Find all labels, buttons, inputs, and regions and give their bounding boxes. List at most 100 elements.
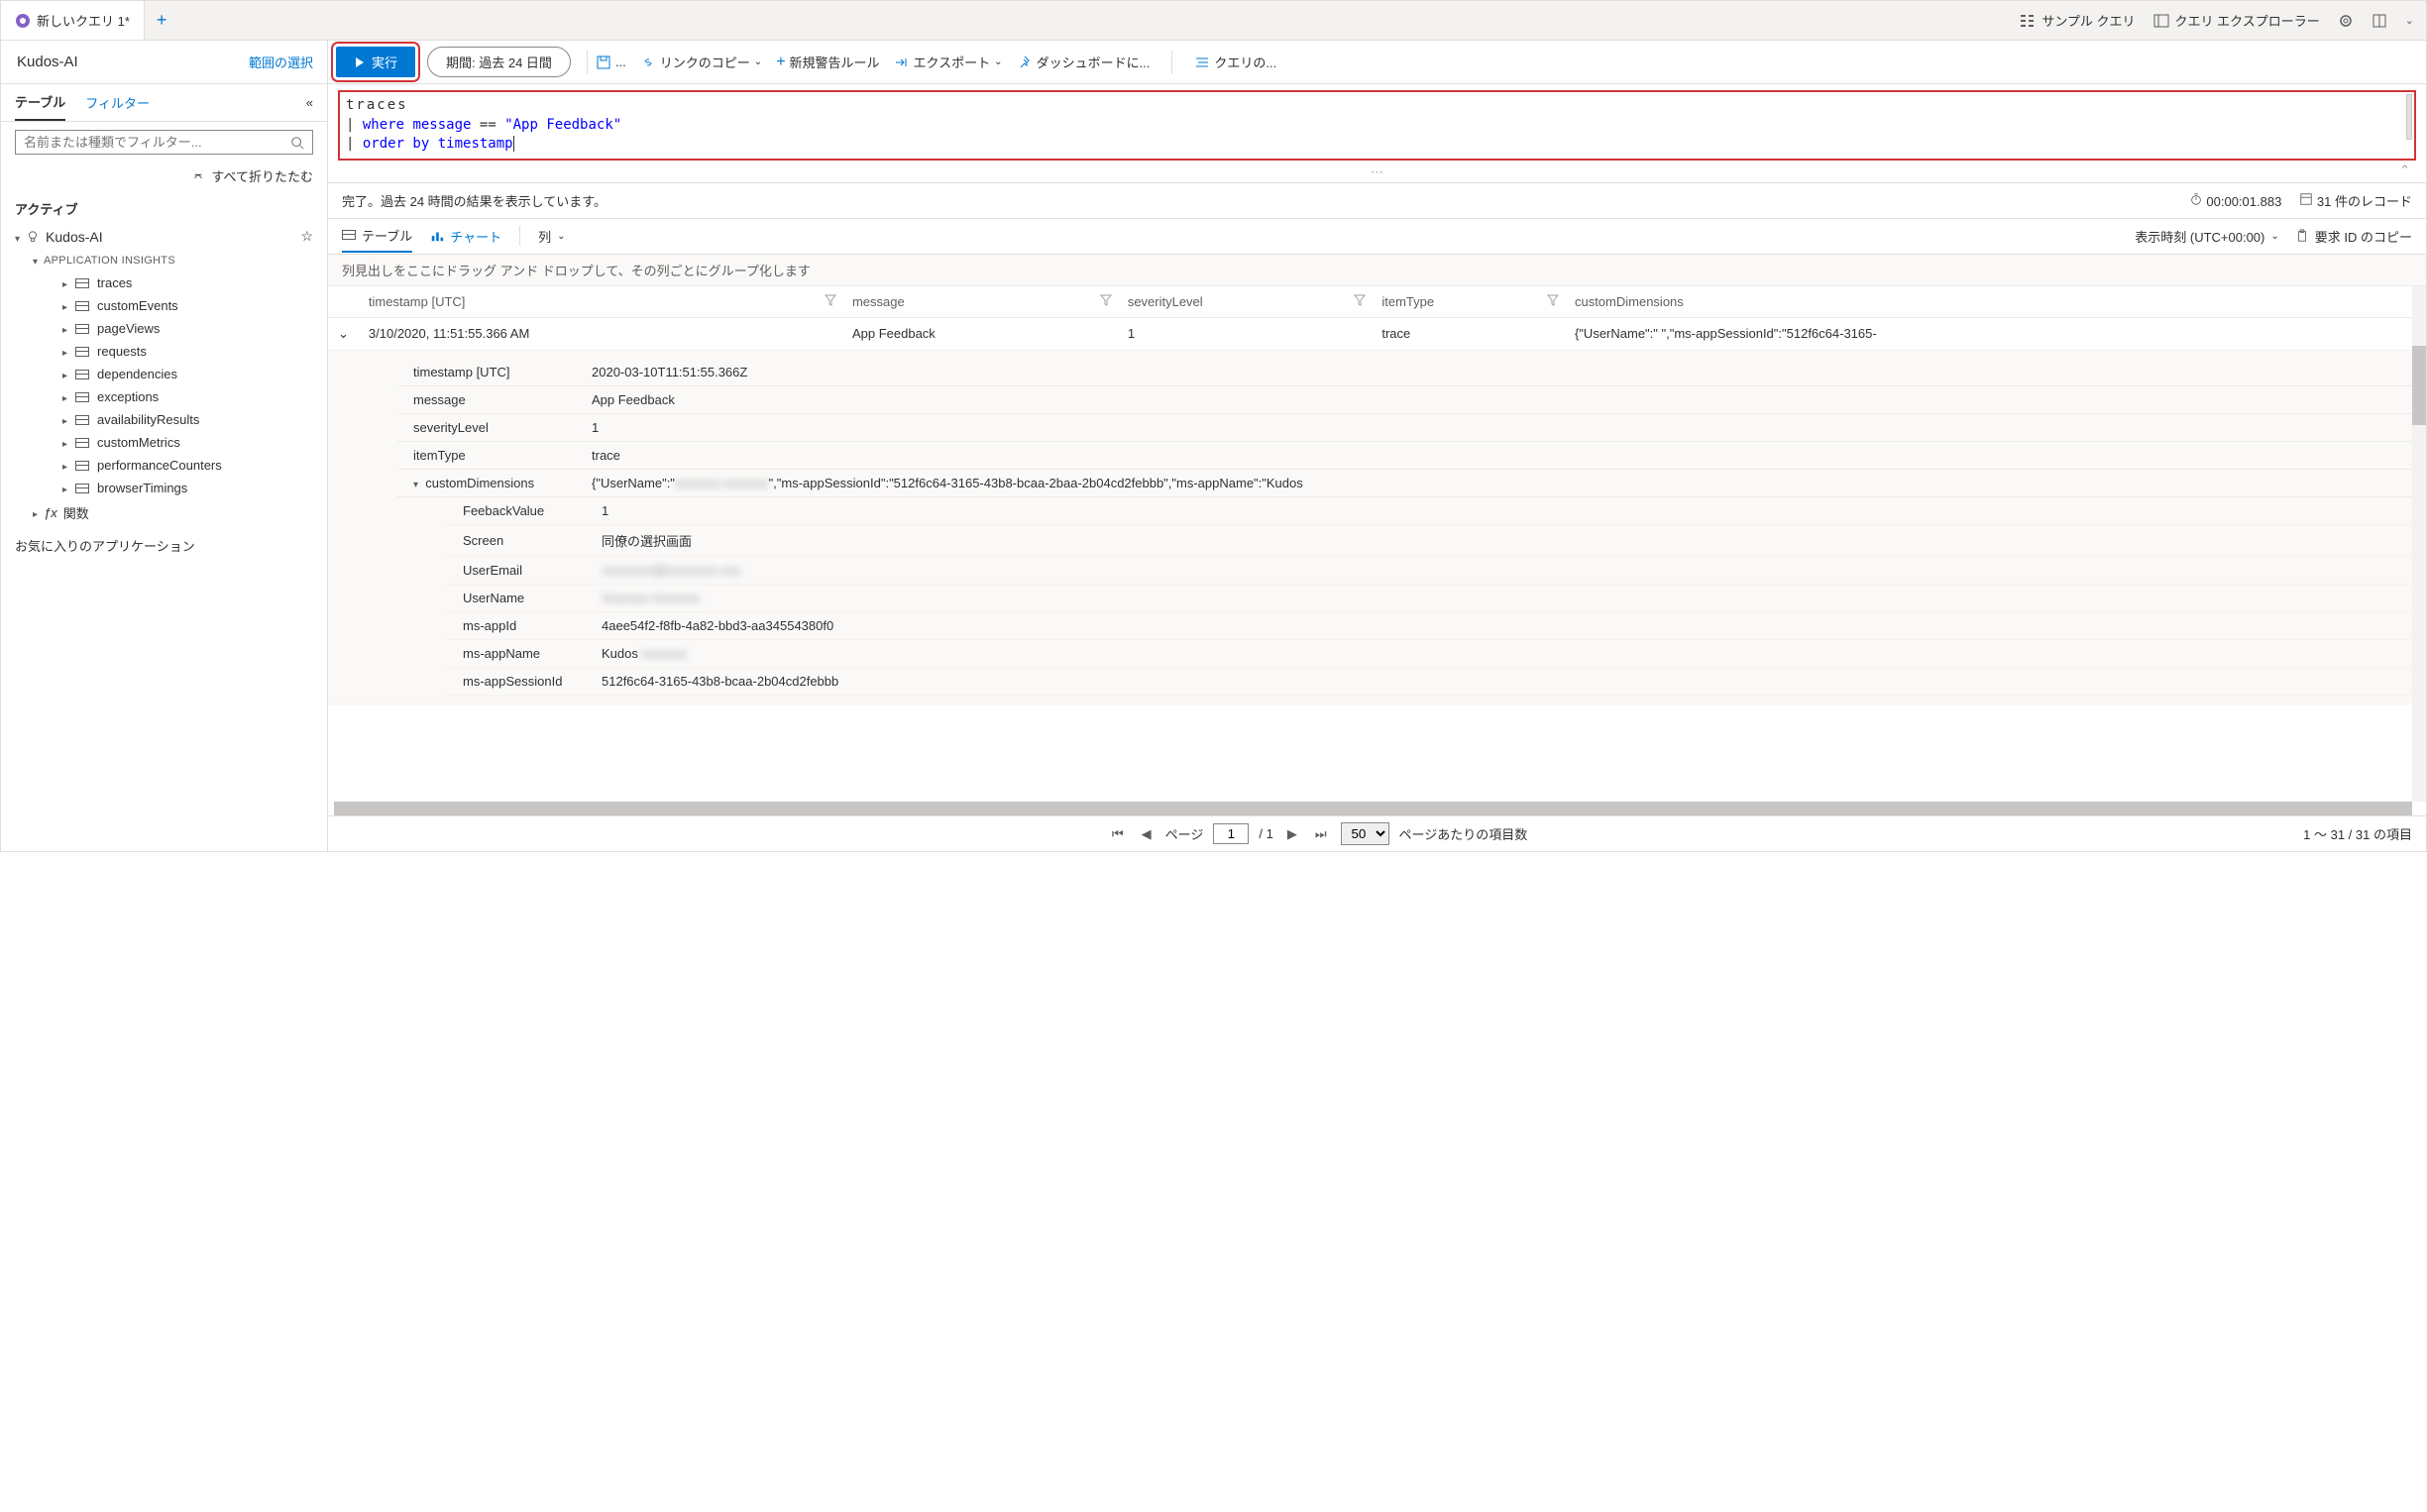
tree-leaf-availabilityResults[interactable]: availabilityResults: [51, 408, 313, 431]
col-timestamp[interactable]: timestamp [UTC]: [359, 286, 842, 318]
tree-group[interactable]: APPLICATION INSIGHTS: [33, 249, 313, 271]
sidebar-tab-filter[interactable]: フィルター: [85, 85, 150, 120]
time-range-picker[interactable]: 期間: 過去 24 日間: [427, 47, 571, 77]
results-tab-table[interactable]: テーブル: [342, 220, 412, 253]
scope-select-link[interactable]: 範囲の選択: [249, 53, 327, 71]
sidebar-tab-tables[interactable]: テーブル: [15, 84, 65, 121]
tree-root[interactable]: Kudos-AI ☆: [15, 224, 313, 249]
scrollbar-thumb[interactable]: [2412, 346, 2426, 425]
collapse-sidebar-icon[interactable]: «: [306, 95, 313, 110]
tab-bar: 新しいクエリ 1* + サンプル クエリ クエリ エクスプローラー ⌄: [1, 1, 2426, 41]
tree-leaf-customEvents[interactable]: customEvents: [51, 294, 313, 317]
filter-icon[interactable]: [1547, 294, 1559, 309]
splitter[interactable]: ⋯ ⌃: [328, 162, 2426, 183]
page-size-select[interactable]: 50: [1341, 822, 1389, 845]
save-icon: [596, 54, 611, 70]
chevron-down-icon[interactable]: [413, 476, 418, 490]
status-bar: 完了。過去 24 時間の結果を表示しています。 00:00:01.883 31 …: [328, 183, 2426, 219]
query-editor[interactable]: traces | where message == "App Feedback"…: [338, 90, 2416, 161]
results-grid: timestamp [UTC] message severityLevel it…: [328, 286, 2426, 802]
next-page-button[interactable]: ▶: [1283, 826, 1301, 842]
table-icon: [75, 370, 89, 379]
tree-leaf-traces[interactable]: traces: [51, 271, 313, 294]
chevron-right-icon: [62, 412, 67, 427]
cell-timestamp: 3/10/2020, 11:51:55.366 AM: [359, 317, 842, 350]
filter-icon[interactable]: [825, 294, 836, 309]
chevron-right-icon: [62, 389, 67, 404]
header-toolbar: Kudos-AI 範囲の選択 実行 期間: 過去 24 日間 ... リンクのコ…: [1, 41, 2426, 84]
chevron-right-icon: [62, 458, 67, 473]
redacted-email: xxxxxxxx@xxxxxxxx.xxx: [586, 556, 2426, 584]
last-page-button[interactable]: ⏭: [1311, 826, 1331, 842]
table-row[interactable]: ⌄ 3/10/2020, 11:51:55.366 AM App Feedbac…: [328, 317, 2426, 350]
new-tab-button[interactable]: +: [145, 10, 179, 31]
new-alert-button[interactable]: + 新規警告ルール: [776, 53, 879, 71]
main-panel: traces | where message == "App Feedback"…: [328, 84, 2426, 851]
table-icon: [75, 347, 89, 357]
tree-leaf-pageViews[interactable]: pageViews: [51, 317, 313, 340]
expand-row-icon[interactable]: ⌄: [328, 317, 359, 350]
copy-link-button[interactable]: リンクのコピー ⌄: [640, 53, 762, 71]
group-by-hint[interactable]: 列見出しをここにドラッグ アンド ドロップして、その列ごとにグループ化します: [328, 255, 2426, 286]
stopwatch-icon: [2189, 192, 2203, 206]
sidebar: テーブル フィルター « すべて折りたたむ アクティブ Kudos-AI: [1, 84, 328, 851]
cell-message: App Feedback: [842, 317, 1118, 350]
tree-leaf-customMetrics[interactable]: customMetrics: [51, 431, 313, 454]
display-time-dropdown[interactable]: 表示時刻 (UTC+00:00) ⌄: [2135, 221, 2279, 252]
query-explorer-button[interactable]: クエリ エクスプローラー: [2153, 11, 2320, 30]
collapse-icon: [191, 169, 205, 183]
fx-icon: ƒx: [44, 505, 57, 520]
detail-row: timestamp [UTC]2020-03-10T11:51:55.366Z …: [328, 350, 2426, 703]
query-tab[interactable]: 新しいクエリ 1*: [1, 1, 145, 40]
pin-dashboard-button[interactable]: ダッシュボードに...: [1017, 53, 1151, 71]
table-icon: [75, 278, 89, 288]
chevron-down-icon: ⌄: [754, 56, 762, 67]
expand-results-icon[interactable]: ⌃: [2399, 162, 2410, 178]
tree-leaves: tracescustomEventspageViewsrequestsdepen…: [33, 271, 313, 499]
lightbulb-icon: [15, 13, 31, 29]
prev-page-button[interactable]: ◀: [1138, 826, 1156, 842]
col-itemtype[interactable]: itemType: [1372, 286, 1565, 318]
scrollbar-horizontal[interactable]: [334, 802, 2412, 815]
star-icon[interactable]: ☆: [300, 228, 313, 245]
cell-custom: {"UserName":" ","ms-appSessionId":"512f6…: [1565, 317, 2426, 350]
chevron-right-icon: [62, 435, 67, 450]
search-input[interactable]: [24, 135, 290, 150]
pager: ⏮ ◀ ページ / 1 ▶ ⏭ 50 ページあたりの項目数 1 〜 31 / 3…: [328, 815, 2426, 851]
col-custom[interactable]: customDimensions: [1565, 286, 2426, 318]
collapse-all-button[interactable]: すべて折りたたむ: [1, 162, 327, 189]
format-query-button[interactable]: クエリの...: [1194, 53, 1276, 71]
filter-icon[interactable]: [1100, 294, 1112, 309]
col-severity[interactable]: severityLevel: [1118, 286, 1373, 318]
save-button[interactable]: ...: [596, 54, 626, 70]
tree-leaf-performanceCounters[interactable]: performanceCounters: [51, 454, 313, 477]
tree-leaf-exceptions[interactable]: exceptions: [51, 385, 313, 408]
tree-leaf-dependencies[interactable]: dependencies: [51, 363, 313, 385]
copy-request-id-button[interactable]: 要求 ID のコピー: [2295, 221, 2412, 252]
filter-icon[interactable]: [1354, 294, 1366, 309]
cell-severity: 1: [1118, 317, 1373, 350]
col-message[interactable]: message: [842, 286, 1118, 318]
gear-icon[interactable]: [2338, 13, 2354, 29]
tree-leaf-browserTimings[interactable]: browserTimings: [51, 477, 313, 499]
page-input[interactable]: [1213, 823, 1249, 844]
export-icon: [894, 54, 910, 70]
chevron-down-icon[interactable]: ⌄: [2405, 14, 2414, 27]
chevron-right-icon: [62, 321, 67, 336]
sample-queries-button[interactable]: サンプル クエリ: [2020, 11, 2135, 30]
results-tab-chart[interactable]: チャート: [430, 221, 501, 252]
chevron-down-icon: ⌄: [2270, 231, 2278, 242]
minimap[interactable]: [2406, 94, 2412, 140]
tree-functions[interactable]: ƒx 関数: [33, 499, 313, 526]
clipboard-icon: [2295, 229, 2309, 243]
sidebar-search[interactable]: [15, 130, 313, 155]
search-icon: [290, 136, 304, 150]
export-button[interactable]: エクスポート ⌄: [894, 53, 1003, 71]
book-icon[interactable]: [2372, 13, 2387, 29]
columns-dropdown[interactable]: 列 ⌄: [538, 221, 565, 252]
table-icon: [75, 438, 89, 448]
chevron-down-icon: [15, 229, 20, 245]
first-page-button[interactable]: ⏮: [1108, 826, 1128, 842]
run-button[interactable]: 実行: [336, 47, 415, 77]
tree-leaf-requests[interactable]: requests: [51, 340, 313, 363]
